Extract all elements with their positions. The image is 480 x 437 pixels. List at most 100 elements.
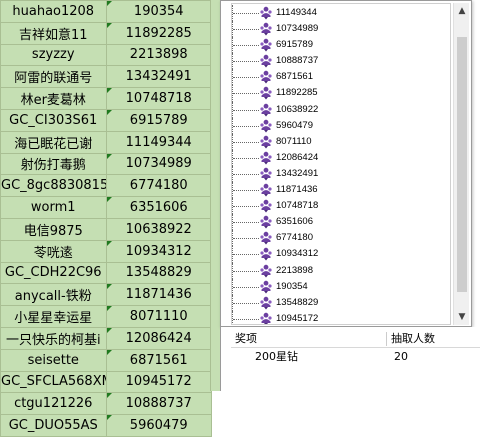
- name-cell[interactable]: 阿雷的联通号: [0, 65, 107, 89]
- column-header-count[interactable]: 抽取人数: [391, 331, 435, 347]
- tree-vertical-scrollbar[interactable]: ▲ ▼: [453, 3, 469, 325]
- id-cell[interactable]: 10734989: [105, 152, 212, 176]
- tree-item[interactable]: 10638922: [232, 101, 437, 118]
- scroll-up-arrow[interactable]: ▲: [454, 3, 470, 19]
- tree-item[interactable]: 2213898: [232, 262, 437, 279]
- scroll-down-arrow[interactable]: ▼: [454, 309, 470, 325]
- tree-item-label: 11149344: [276, 7, 317, 18]
- id-cell[interactable]: 11871436: [105, 283, 212, 307]
- sheet-row: ctgu121226 10888737: [0, 392, 212, 416]
- name-cell[interactable]: 苓咣逺: [0, 239, 107, 263]
- name-cell[interactable]: huahao1208: [0, 0, 107, 23]
- tree-item[interactable]: 190354: [232, 278, 437, 295]
- name-cell[interactable]: GC_8gc8830815: [0, 174, 107, 198]
- name-cell[interactable]: GC_SFCLA568XM: [0, 370, 107, 394]
- sheet-row: 一只快乐的柯基i 12086424: [0, 326, 212, 350]
- tree-connector-horizontal: [233, 125, 259, 127]
- tree-item[interactable]: 11892285: [232, 85, 437, 102]
- tree-connector-horizontal: [233, 13, 259, 14]
- tree-item[interactable]: 10734989: [232, 21, 437, 38]
- id-cell[interactable]: 190354: [105, 0, 212, 23]
- id-cell[interactable]: 13432491: [105, 65, 212, 89]
- tree-item[interactable]: 6871561: [232, 69, 437, 86]
- id-cell[interactable]: 10888737: [105, 392, 212, 416]
- tree-item[interactable]: 10888737: [232, 53, 437, 70]
- comment-indicator: [106, 284, 112, 290]
- tree-item[interactable]: 11871436: [232, 182, 437, 199]
- id-cell[interactable]: 11892285: [105, 21, 212, 45]
- name-cell[interactable]: 电信9875: [0, 217, 107, 241]
- id-cell[interactable]: 6774180: [105, 174, 212, 198]
- sheet-row: 吉祥如意11 11892285: [0, 21, 212, 45]
- tree-item[interactable]: 6351606: [232, 214, 437, 231]
- tree-item-label: 10638922: [276, 103, 319, 115]
- prize-name: 200星钻: [255, 350, 298, 363]
- name-cell[interactable]: GC_CDH22C96: [0, 261, 107, 285]
- comment-indicator: [106, 88, 112, 94]
- sheet-row: szyzzy 2213898: [0, 43, 212, 67]
- prize-count: 20: [394, 350, 408, 363]
- tree-item[interactable]: 11149344: [232, 5, 437, 22]
- column-header-prize[interactable]: 奖项: [235, 331, 257, 347]
- name-cell[interactable]: ctgu121226: [0, 392, 107, 416]
- id-cell[interactable]: 12086424: [105, 326, 212, 350]
- name-cell[interactable]: 射伤打毒鹅: [0, 152, 107, 176]
- tree-item[interactable]: 6774180: [232, 230, 437, 247]
- tree-item-label: 10748718: [276, 200, 319, 212]
- column-separator[interactable]: [386, 332, 387, 346]
- id-cell[interactable]: 5960479: [105, 414, 212, 437]
- tree-item-label: 6774180: [276, 232, 313, 244]
- tree-connector-horizontal: [233, 286, 259, 288]
- tree-item[interactable]: 5960479: [232, 117, 437, 134]
- id-cell[interactable]: 10748718: [105, 87, 212, 110]
- name-cell[interactable]: 小星星幸运星: [0, 305, 107, 328]
- sheet-row: seisette 6871561: [0, 348, 212, 372]
- spreadsheet: huahao1208 190354 吉祥如意11 11892285 szyzzy 2213…: [0, 0, 212, 437]
- name-cell[interactable]: GC_CI303S61: [0, 108, 107, 132]
- name-cell[interactable]: 林er麦葛林: [0, 87, 107, 110]
- tree-item[interactable]: 6915789: [232, 37, 437, 54]
- name-cell[interactable]: szyzzy: [0, 43, 107, 67]
- comment-indicator: [106, 1, 112, 6]
- tree-item[interactable]: 8071110: [232, 133, 437, 150]
- user-group-icon: [259, 54, 273, 68]
- tree-item-label: 6915789: [276, 39, 313, 51]
- name-cell[interactable]: worm1: [0, 196, 107, 219]
- user-group-icon: [259, 183, 273, 197]
- name-cell[interactable]: 吉祥如意11: [0, 21, 107, 45]
- tree-item[interactable]: 12086424: [232, 149, 437, 166]
- tree-connector-horizontal: [233, 318, 259, 320]
- id-cell[interactable]: 6351606: [105, 196, 212, 219]
- tree-connector-horizontal: [233, 222, 259, 224]
- user-group-icon: [259, 296, 273, 310]
- name-cell[interactable]: seisette: [0, 348, 107, 372]
- id-cell[interactable]: 10934312: [105, 239, 212, 263]
- tree-item-label: 10934312: [276, 248, 319, 260]
- tree-item[interactable]: 10748718: [232, 198, 437, 215]
- name-cell[interactable]: GC_DUO55AS: [0, 414, 107, 437]
- id-cell[interactable]: 8071110: [105, 305, 212, 328]
- scroll-thumb[interactable]: [457, 37, 467, 292]
- tree-item[interactable]: 10934312: [232, 246, 437, 263]
- user-group-icon: [259, 22, 273, 36]
- user-group-icon: [259, 119, 273, 133]
- id-cell[interactable]: 10638922: [105, 217, 212, 241]
- tree-item[interactable]: 13548829: [232, 294, 437, 311]
- user-group-icon: [259, 167, 273, 181]
- id-cell[interactable]: 11149344: [105, 130, 212, 154]
- tree-list: 11149344 10734989 6915789 10888737 6871561 11…: [232, 5, 437, 324]
- id-tree-panel: 11149344 10734989 6915789 10888737 6871561 11…: [220, 0, 472, 327]
- id-cell[interactable]: 6915789: [105, 108, 212, 132]
- prize-row[interactable]: 200星钻 20: [231, 349, 480, 365]
- name-cell[interactable]: 一只快乐的柯基i: [0, 326, 107, 350]
- tree-item[interactable]: 10945172: [232, 310, 437, 324]
- id-cell[interactable]: 2213898: [105, 43, 212, 67]
- name-cell[interactable]: anycall-铁粉: [0, 283, 107, 307]
- name-cell[interactable]: 海已眠花已谢: [0, 130, 107, 154]
- tree-item[interactable]: 13432491: [232, 165, 437, 183]
- id-cell[interactable]: 10945172: [105, 370, 212, 394]
- sheet-row: worm1 6351606: [0, 196, 212, 219]
- id-cell[interactable]: 13548829: [105, 261, 212, 285]
- id-cell[interactable]: 6871561: [105, 348, 212, 372]
- id-tree-view[interactable]: 11149344 10734989 6915789 10888737 6871561 11…: [231, 3, 451, 325]
